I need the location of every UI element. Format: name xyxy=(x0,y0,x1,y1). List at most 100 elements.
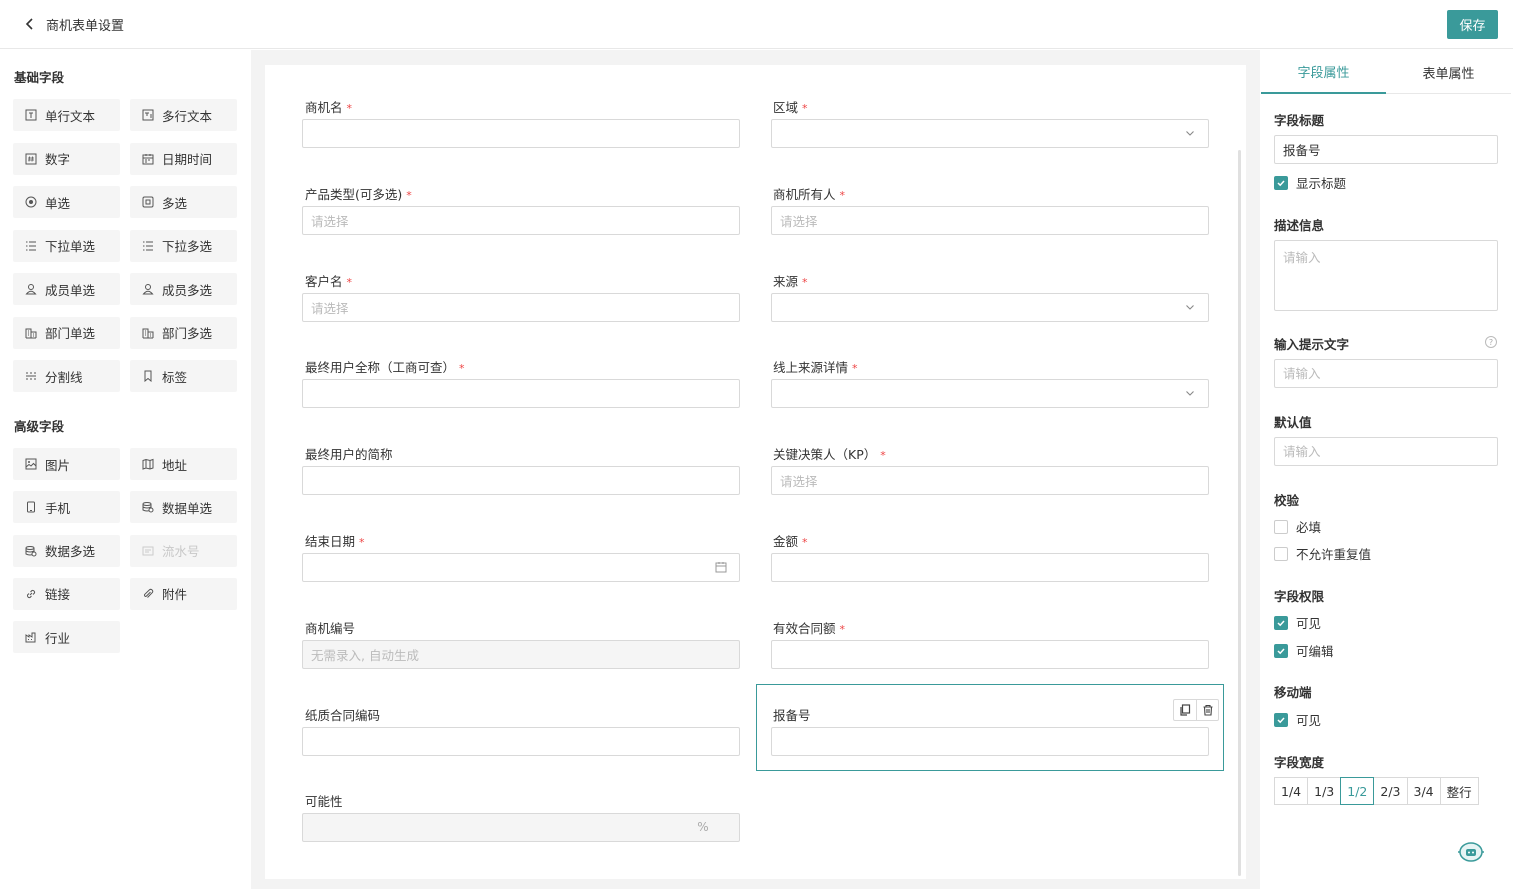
required-checkbox[interactable]: 必填 xyxy=(1274,517,1321,536)
palette-field-button[interactable]: 手机 xyxy=(13,491,120,524)
chat-assistant-icon[interactable] xyxy=(1457,841,1485,863)
form-field-label-text: 线上来源详情 xyxy=(773,360,849,376)
width-option-button[interactable]: 1/3 xyxy=(1307,777,1342,805)
mobile-label: 移动端 xyxy=(1274,685,1312,700)
palette-field-label: 链接 xyxy=(45,587,71,603)
copy-icon[interactable] xyxy=(1174,700,1196,720)
back-chevron-icon[interactable] xyxy=(20,14,40,34)
palette-field-button[interactable]: 下拉多选 xyxy=(130,229,237,262)
field-title-input[interactable] xyxy=(1274,135,1498,164)
form-field-label-text: 纸质合同编码 xyxy=(305,707,381,723)
hint-text-input[interactable] xyxy=(1274,359,1498,388)
palette-field-button: 流水号 xyxy=(130,534,237,567)
required-marker: * xyxy=(880,449,886,463)
form-input[interactable] xyxy=(771,639,1209,669)
form-field-label: 客户名 * xyxy=(305,271,352,290)
checkbox-checked-icon xyxy=(1274,615,1288,630)
description-textarea[interactable] xyxy=(1274,240,1498,311)
form-input[interactable] xyxy=(771,726,1209,756)
form-select[interactable] xyxy=(771,119,1209,148)
form-input[interactable] xyxy=(302,119,740,148)
mobile-visible-checkbox-label: 可见 xyxy=(1296,713,1322,728)
tab-field-properties[interactable]: 字段属性 xyxy=(1261,50,1386,94)
form-select[interactable] xyxy=(771,379,1209,409)
form-input[interactable]: 请选择 xyxy=(302,292,740,322)
visible-checkbox[interactable]: 可见 xyxy=(1274,613,1321,632)
palette-field-label: 多行文本 xyxy=(162,108,213,124)
palette-field-button[interactable]: 部门多选 xyxy=(130,316,237,349)
save-button[interactable]: 保存 xyxy=(1447,10,1498,39)
checkbox-checked-icon xyxy=(1274,712,1288,727)
description-label: 描述信息 xyxy=(1274,218,1325,233)
palette-field-button[interactable]: 附件 xyxy=(130,577,237,610)
palette-field-label: 附件 xyxy=(162,587,188,603)
field-title-label: 字段标题 xyxy=(1274,113,1325,128)
palette-field-button[interactable]: 下拉单选 xyxy=(13,229,120,262)
width-option-button[interactable]: 1/4 xyxy=(1274,777,1309,805)
form-date-input[interactable] xyxy=(302,553,740,582)
delete-icon[interactable] xyxy=(1196,700,1218,720)
phone-icon xyxy=(25,501,37,513)
palette-field-button[interactable]: 部门单选 xyxy=(13,316,120,349)
palette-field-label: 多选 xyxy=(162,195,188,211)
required-checkbox-label: 必填 xyxy=(1296,520,1322,535)
palette-field-button[interactable]: 单行文本 xyxy=(13,99,120,131)
serial-icon xyxy=(142,545,154,557)
width-option-button[interactable]: 2/3 xyxy=(1373,777,1408,805)
palette-field-button[interactable]: 成员多选 xyxy=(130,273,237,305)
palette-field-label: 下拉多选 xyxy=(162,239,213,254)
palette-field-button[interactable]: 链接 xyxy=(13,577,120,610)
field-palette: 基础字段 单行文本 多行文本 数字 日期时间 单选 多选 下拉单选 下拉多选 成员单选 成员多选部… xyxy=(0,50,250,889)
help-icon[interactable]: ? xyxy=(1485,336,1497,348)
radio-icon xyxy=(25,196,37,208)
palette-field-label: 单行文本 xyxy=(45,108,96,124)
database-icon xyxy=(142,501,154,513)
required-marker: * xyxy=(346,102,353,115)
tab-form-properties[interactable]: 表单属性 xyxy=(1386,50,1511,94)
form-field-label-text: 客户名 xyxy=(305,273,343,289)
width-option-button[interactable]: 3/4 xyxy=(1406,777,1441,805)
palette-field-label: 部门单选 xyxy=(45,326,96,341)
palette-field-button[interactable]: 地址 xyxy=(130,448,237,480)
no-duplicate-checkbox[interactable]: 不允许重复值 xyxy=(1274,544,1371,563)
palette-field-button[interactable]: 数字 xyxy=(13,142,120,175)
palette-field-button[interactable]: 多行文本 xyxy=(130,99,237,131)
user-icon xyxy=(142,283,154,295)
default-value-input[interactable] xyxy=(1274,437,1498,466)
form-input[interactable]: 请选择 xyxy=(302,205,740,235)
palette-field-button[interactable]: 分割线 xyxy=(13,360,120,392)
form-input[interactable] xyxy=(302,379,740,409)
palette-field-button[interactable]: 成员单选 xyxy=(13,273,120,305)
form-input[interactable]: 请选择 xyxy=(771,205,1209,235)
editable-checkbox[interactable]: 可编辑 xyxy=(1274,641,1334,660)
palette-field-button[interactable]: 图片 xyxy=(13,448,120,480)
palette-field-button[interactable]: 行业 xyxy=(13,621,120,654)
palette-field-label: 手机 xyxy=(45,500,71,516)
width-option-button[interactable]: 整行 xyxy=(1439,777,1479,805)
form-input[interactable]: % xyxy=(302,813,740,843)
department-icon xyxy=(142,327,154,339)
form-input[interactable] xyxy=(302,726,740,756)
form-input[interactable] xyxy=(302,466,740,496)
palette-field-button[interactable]: 日期时间 xyxy=(130,142,237,175)
form-field-label: 最终用户的简称 xyxy=(305,444,393,463)
palette-field-button[interactable]: 数据多选 xyxy=(13,534,120,567)
required-marker: * xyxy=(839,622,846,636)
field-width-label: 字段宽度 xyxy=(1274,755,1325,770)
palette-field-label: 下拉单选 xyxy=(45,239,96,254)
show-title-checkbox[interactable]: 显示标题 xyxy=(1274,173,1346,192)
form-input[interactable] xyxy=(771,553,1209,582)
palette-field-button[interactable]: 多选 xyxy=(130,186,237,218)
palette-field-button[interactable]: 数据单选 xyxy=(130,491,237,524)
mobile-visible-checkbox[interactable]: 可见 xyxy=(1274,710,1321,729)
properties-tabs: 字段属性 表单属性 xyxy=(1261,50,1511,94)
properties-panel: 字段属性 表单属性 字段标题 显示标题 描述信息 输入提示文字 ? 默认值 校验… xyxy=(1261,50,1513,889)
canvas-scrollbar[interactable] xyxy=(1238,150,1241,876)
form-field-label-text: 报备号 xyxy=(773,707,811,723)
width-option-button[interactable]: 1/2 xyxy=(1340,777,1375,805)
form-input[interactable]: 请选择 xyxy=(771,466,1209,496)
palette-field-button[interactable]: 单选 xyxy=(13,186,120,218)
palette-field-button[interactable]: 标签 xyxy=(130,360,237,392)
form-select[interactable] xyxy=(771,292,1209,322)
required-marker: * xyxy=(346,275,353,289)
